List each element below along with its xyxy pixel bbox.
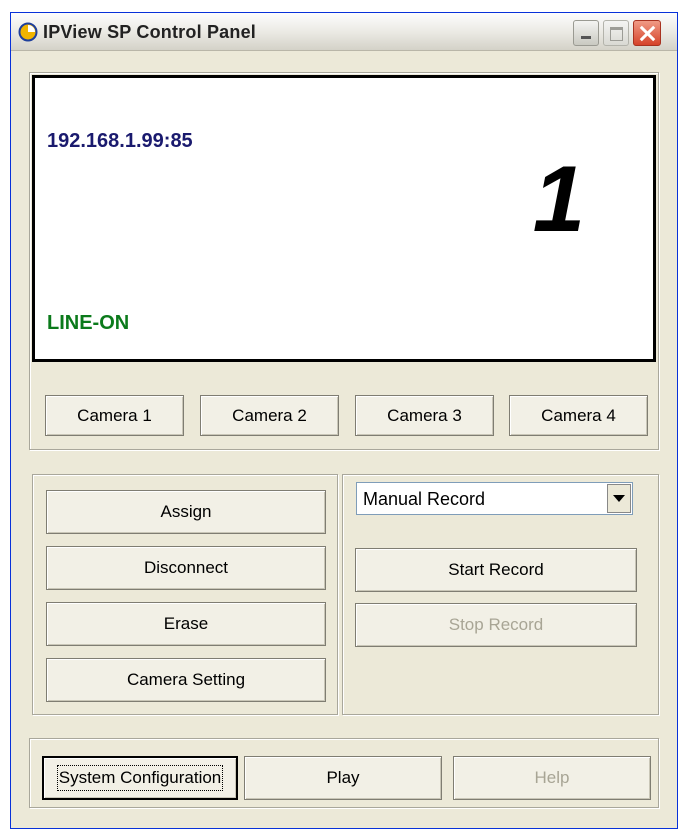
button-label: Play: [326, 768, 360, 787]
camera-number: 1: [532, 146, 585, 251]
line-status: LINE-ON: [47, 312, 130, 334]
video-display[interactable]: 192.168.1.99:85 1 LINE-ON: [32, 75, 656, 362]
start-record-button[interactable]: Start Record: [355, 548, 637, 592]
window-title: IPView SP Control Panel: [43, 22, 256, 42]
play-button[interactable]: Play: [244, 756, 442, 800]
button-label: Camera 1: [77, 405, 152, 425]
button-label: Camera 4: [541, 405, 616, 425]
camera-2-button[interactable]: Camera 2: [200, 395, 339, 436]
erase-button[interactable]: Erase: [46, 602, 326, 646]
button-label: Stop Record: [448, 615, 544, 634]
button-label: Camera 2: [232, 405, 307, 425]
app-icon: [18, 22, 38, 42]
camera-address: 192.168.1.99:85: [47, 130, 193, 152]
minimize-button[interactable]: [573, 20, 599, 46]
camera-setting-button[interactable]: Camera Setting: [46, 658, 326, 702]
maximize-button[interactable]: [603, 20, 629, 46]
button-label: Start Record: [448, 560, 544, 579]
chevron-down-icon[interactable]: [607, 484, 631, 513]
record-mode-value: Manual Record: [363, 489, 486, 509]
help-button[interactable]: Help: [453, 756, 651, 800]
system-configuration-button[interactable]: System Configuration: [42, 756, 238, 800]
close-button[interactable]: [633, 20, 661, 46]
title-bar[interactable]: IPView SP Control Panel: [11, 13, 677, 51]
button-label: Disconnect: [143, 558, 229, 577]
stop-record-button[interactable]: Stop Record: [355, 603, 637, 647]
record-mode-select[interactable]: Manual Record: [356, 482, 633, 515]
camera-4-button[interactable]: Camera 4: [509, 395, 648, 436]
camera-3-button[interactable]: Camera 3: [355, 395, 494, 436]
button-label: System Configuration: [56, 765, 224, 791]
button-label: Help: [534, 768, 570, 787]
camera-1-button[interactable]: Camera 1: [45, 395, 184, 436]
button-label: Camera 3: [387, 405, 462, 425]
assign-button[interactable]: Assign: [46, 490, 326, 534]
button-label: Erase: [163, 614, 209, 633]
disconnect-button[interactable]: Disconnect: [46, 546, 326, 590]
button-label: Assign: [160, 502, 212, 521]
button-label: Camera Setting: [126, 670, 246, 689]
